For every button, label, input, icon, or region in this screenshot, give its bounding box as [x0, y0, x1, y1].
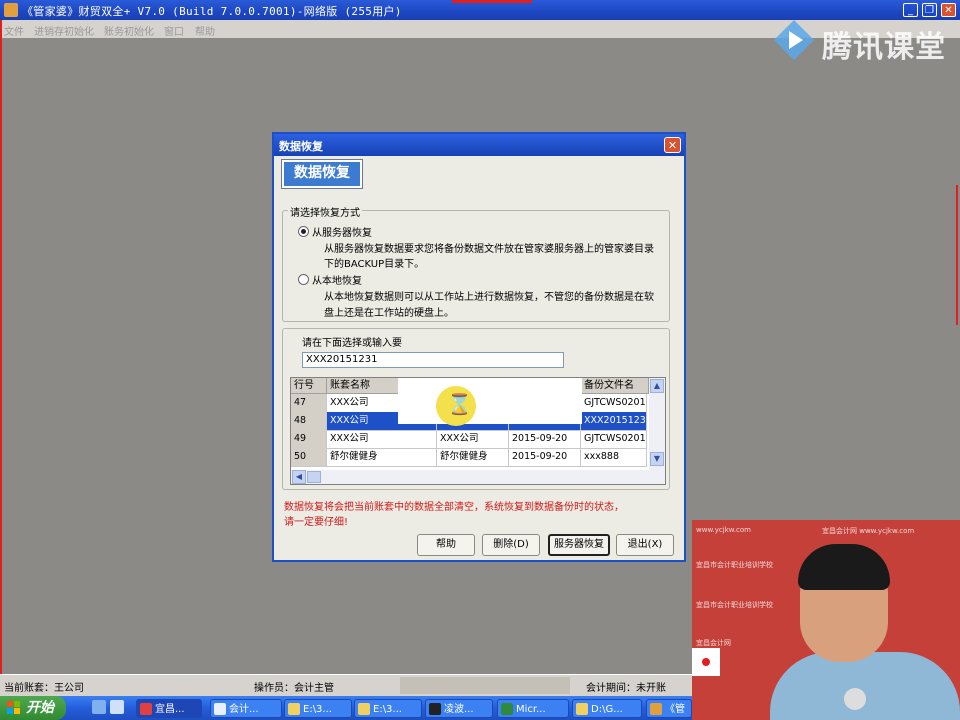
- radio-server[interactable]: [298, 226, 309, 237]
- restore-dialog: 数据恢复 ✕ 数据恢复 请选择恢复方式 从服务器恢复 从服务器恢复数据要求您将备…: [272, 132, 686, 562]
- row-no: 50: [291, 448, 327, 466]
- table-vertical-scrollbar[interactable]: ▲ ▼: [649, 378, 665, 484]
- row-no: 49: [291, 430, 327, 448]
- task-guanjiapo[interactable]: 《管: [646, 699, 692, 718]
- minimize-button[interactable]: _: [903, 3, 918, 17]
- recording-frame-right: [956, 185, 958, 325]
- cell-company: 舒尔健健身: [437, 448, 509, 466]
- menu-window[interactable]: 窗口: [164, 23, 184, 38]
- exit-button[interactable]: 退出(X): [616, 534, 674, 556]
- scroll-left-icon[interactable]: ◀: [292, 470, 306, 484]
- table-row[interactable]: 49 XXX公司 XXX公司 2015-09-20 GJTCWS02015-0: [291, 430, 647, 449]
- warning-line2: 请一定要仔细!: [284, 517, 349, 528]
- dialog-close-button[interactable]: ✕: [664, 137, 681, 153]
- record-indicator-icon: [702, 658, 710, 666]
- local-desc-line2: 盘上还是在工作站的硬盘上。: [324, 308, 454, 319]
- menu-bar: 文件 进销存初始化 账务初始化 窗口 帮助: [0, 20, 960, 38]
- cell-backup-file: XXX20151231: [581, 412, 647, 430]
- webcam-overlay: www.ycjkw.com 宜昌会计网 www.ycjkw.com 宜昌市会计职…: [692, 520, 960, 720]
- cell-backup-file: xxx888: [581, 448, 647, 466]
- row-no: 48: [291, 412, 327, 430]
- dialog-header-badge: 数据恢复: [281, 159, 363, 189]
- backup-file-input[interactable]: XXX20151231: [302, 352, 564, 368]
- dialog-title: 数据恢复: [279, 140, 323, 153]
- help-button[interactable]: 帮助: [417, 534, 475, 556]
- cell-date: 2015-09-20: [509, 430, 581, 448]
- recording-frame-top: [452, 0, 532, 3]
- task-explorer-e1[interactable]: E:\3...: [284, 699, 352, 718]
- close-button[interactable]: ✕: [941, 3, 956, 17]
- task-accounting[interactable]: 会计...: [210, 699, 282, 718]
- server-restore-button[interactable]: 服务器恢复: [548, 534, 610, 556]
- cell-account: XXX公司: [327, 430, 437, 448]
- menu-account-init[interactable]: 账务初始化: [104, 23, 154, 38]
- quicklaunch-ie-icon[interactable]: [92, 700, 106, 714]
- status-operator: 操作员：会计主管: [254, 683, 334, 694]
- radio-local-label[interactable]: 从本地恢复: [312, 272, 362, 287]
- menu-help[interactable]: 帮助: [195, 23, 215, 38]
- server-desc-line2: 下的BACKUP目录下。: [324, 259, 425, 270]
- scroll-down-icon[interactable]: ▼: [650, 452, 664, 466]
- status-period: 会计期间：未开账: [586, 683, 666, 694]
- cell-backup-file: GJTCWS02015-0: [581, 430, 647, 448]
- dialog-title-bar: 数据恢复 ✕: [274, 134, 684, 156]
- app-title: 《管家婆》财贸双全+ V7.0 (Build 7.0.0.7001)-网络版 (…: [22, 5, 402, 18]
- cell-date: 2015-09-20: [509, 448, 581, 466]
- task-explorer-d[interactable]: D:\G...: [572, 699, 642, 718]
- windows-logo-icon: [7, 701, 20, 714]
- local-desc-line1: 从本地恢复数据则可以从工作站上进行数据恢复，不管您的备份数据是在软: [324, 292, 654, 303]
- app-title-bar: 《管家婆》财贸双全+ V7.0 (Build 7.0.0.7001)-网络版 (…: [0, 0, 960, 20]
- task-lingbo[interactable]: 凌波...: [425, 699, 493, 718]
- warning-line1: 数据恢复将会把当前账套中的数据全部清空，系统恢复到数据备份时的状态，: [284, 502, 624, 513]
- cell-backup-file: GJTCWS02015-0: [581, 394, 647, 412]
- task-explorer-e2[interactable]: E:\3...: [354, 699, 422, 718]
- hourglass-icon: ⌛: [436, 386, 476, 426]
- tencent-classroom-logo: [774, 20, 814, 60]
- app-icon: [4, 3, 18, 17]
- col-header-row-no[interactable]: 行号: [291, 378, 327, 394]
- radio-local[interactable]: [298, 274, 309, 285]
- loading-popup: [398, 378, 582, 424]
- table-row[interactable]: 50 舒尔健健身 舒尔健健身 2015-09-20 xxx888: [291, 448, 647, 467]
- brand-text: 腾讯课堂: [822, 30, 946, 65]
- table-horizontal-scrollbar[interactable]: ◀: [291, 470, 665, 484]
- microphone-icon: [844, 688, 866, 710]
- cell-company: XXX公司: [437, 430, 509, 448]
- cell-account: 舒尔健健身: [327, 448, 437, 466]
- status-current-account: 当前账套：王公司: [4, 683, 84, 694]
- restore-button[interactable]: ❐: [922, 3, 937, 17]
- delete-button[interactable]: 删除(D): [482, 534, 540, 556]
- radio-server-label[interactable]: 从服务器恢复: [312, 224, 372, 239]
- restore-method-legend: 请选择恢复方式: [288, 204, 362, 219]
- scroll-up-icon[interactable]: ▲: [650, 379, 664, 393]
- status-panel-blank: [400, 677, 570, 694]
- menu-file[interactable]: 文件: [4, 23, 24, 38]
- quicklaunch-desktop-icon[interactable]: [110, 700, 124, 714]
- col-header-backup-file[interactable]: 备份文件名: [581, 378, 649, 394]
- backup-file-input-value: XXX20151231: [306, 354, 378, 365]
- file-select-label: 请在下面选择或输入要: [302, 338, 402, 349]
- task-yichang[interactable]: 宜昌...: [136, 699, 202, 718]
- row-no: 47: [291, 394, 327, 412]
- server-desc-line1: 从服务器恢复数据要求您将备份数据文件放在管家婆服务器上的管家婆目录: [324, 244, 654, 255]
- recording-frame-left: [0, 20, 2, 682]
- menu-inventory-init[interactable]: 进销存初始化: [34, 23, 94, 38]
- task-microsoft[interactable]: Micr...: [497, 699, 569, 718]
- scroll-thumb[interactable]: [307, 471, 321, 483]
